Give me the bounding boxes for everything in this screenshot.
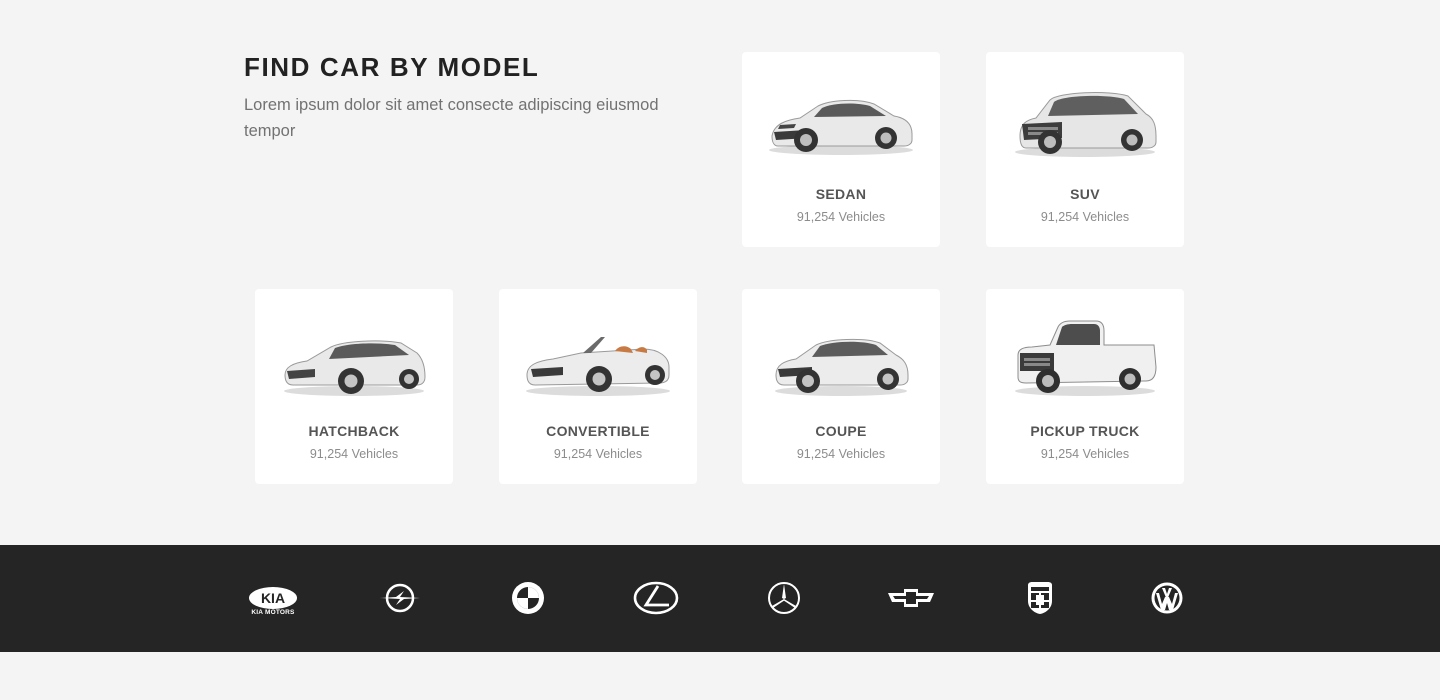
model-card-sedan[interactable]: SEDAN 91,254 Vehicles (742, 52, 940, 247)
brand-lexus[interactable] (626, 573, 686, 623)
coupe-car-image (766, 315, 916, 407)
lexus-logo (633, 581, 679, 615)
brand-opel[interactable] (370, 573, 430, 623)
model-title: SUV (1070, 186, 1100, 202)
opel-logo (380, 583, 420, 613)
mercedes-logo (768, 582, 800, 614)
hatchback-car-image (279, 315, 429, 407)
model-card-coupe[interactable]: COUPE 91,254 Vehicles (742, 289, 940, 484)
model-count: 91,254 Vehicles (796, 210, 886, 224)
porsche-logo (1028, 582, 1052, 614)
sedan-car-image (766, 78, 916, 170)
model-count: 91,254 Vehicles (309, 447, 399, 461)
kia-wordmark: KIA (261, 590, 285, 606)
model-count: 91,254 Vehicles (553, 447, 643, 461)
convertible-car-image (523, 315, 673, 407)
pickup-truck-image (1010, 315, 1160, 407)
model-title: PICKUP TRUCK (1030, 423, 1140, 439)
model-count: 91,254 Vehicles (1040, 210, 1130, 224)
section-title: FIND CAR BY MODEL (244, 52, 540, 82)
brand-bmw[interactable] (498, 573, 558, 623)
model-card-hatchback[interactable]: HATCHBACK 91,254 Vehicles (255, 289, 453, 484)
brand-logo-bar: KIA KIA MOTORS (0, 545, 1440, 652)
suv-car-image (1010, 78, 1160, 170)
model-title: HATCHBACK (308, 423, 400, 439)
intro-section: FIND CAR BY MODEL Lorem ipsum dolor sit … (244, 52, 714, 144)
brand-chevrolet[interactable] (881, 573, 941, 623)
brand-volkswagen[interactable] (1137, 573, 1197, 623)
model-card-pickup-truck[interactable]: PICKUP TRUCK 91,254 Vehicles (986, 289, 1184, 484)
model-count: 91,254 Vehicles (796, 447, 886, 461)
kia-subtext: KIA MOTORS (251, 609, 295, 616)
model-count: 91,254 Vehicles (1040, 447, 1130, 461)
chevrolet-logo (888, 589, 934, 607)
volkswagen-logo (1151, 582, 1183, 614)
model-title: COUPE (815, 423, 867, 439)
model-title: CONVERTIBLE (546, 423, 650, 439)
model-card-suv[interactable]: SUV 91,254 Vehicles (986, 52, 1184, 247)
section-description: Lorem ipsum dolor sit amet consecte adip… (244, 96, 659, 140)
brand-porsche[interactable] (1010, 573, 1070, 623)
brand-mercedes-benz[interactable] (754, 573, 814, 623)
brand-kia[interactable]: KIA KIA MOTORS (243, 573, 303, 623)
page: FIND CAR BY MODEL Lorem ipsum dolor sit … (0, 0, 1440, 700)
model-title: SEDAN (815, 186, 867, 202)
model-card-convertible[interactable]: CONVERTIBLE 91,254 Vehicles (499, 289, 697, 484)
bmw-logo (512, 582, 544, 614)
kia-logo: KIA (249, 587, 297, 609)
